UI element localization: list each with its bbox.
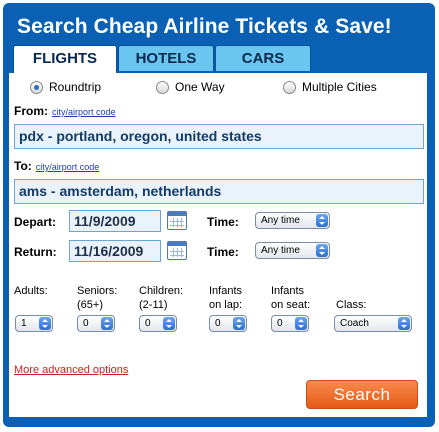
- multiple-cities-option[interactable]: Multiple Cities: [283, 80, 377, 94]
- depart-label: Depart:: [14, 215, 57, 229]
- return-label: Return:: [14, 245, 57, 259]
- infants-lap-label: Infants on lap:: [209, 284, 242, 312]
- multiple-cities-label: Multiple Cities: [302, 80, 377, 94]
- seniors-label-line2: (65+): [77, 299, 103, 311]
- class-label: Class:: [336, 299, 367, 311]
- children-label: Children: (2-11): [139, 284, 183, 312]
- select-arrows-icon: [398, 317, 410, 330]
- tab-flights[interactable]: FLIGHTS: [13, 45, 117, 74]
- infants-seat-label: Infants on seat:: [271, 284, 310, 312]
- depart-time-select[interactable]: Any time: [255, 212, 330, 229]
- children-value: 0: [145, 318, 151, 329]
- roundtrip-label: Roundtrip: [49, 80, 102, 94]
- adults-select[interactable]: 1: [15, 315, 53, 332]
- adults-value: 1: [21, 318, 27, 329]
- infants-lap-select[interactable]: 0: [209, 315, 247, 332]
- one-way-radio[interactable]: [156, 80, 169, 94]
- infants-seat-label-line1: Infants: [271, 285, 305, 297]
- search-button[interactable]: Search: [306, 380, 418, 409]
- to-code-link[interactable]: city/airport code: [36, 162, 100, 172]
- multiple-cities-radio[interactable]: [283, 80, 296, 94]
- widget-title: Search Cheap Airline Tickets & Save!: [17, 15, 392, 38]
- depart-label-wrap: Depart:: [14, 215, 56, 229]
- depart-calendar-icon[interactable]: [167, 211, 187, 230]
- from-label-row: From: city/airport code: [14, 104, 116, 118]
- more-advanced-options-link[interactable]: More advanced options: [14, 364, 128, 376]
- return-time-label: Time:: [207, 245, 239, 259]
- roundtrip-option[interactable]: Roundtrip: [30, 80, 101, 94]
- roundtrip-radio[interactable]: [30, 80, 43, 94]
- infants-seat-value: 0: [277, 318, 283, 329]
- select-arrows-icon: [316, 214, 328, 227]
- select-arrows-icon: [233, 317, 245, 330]
- select-arrows-icon: [101, 317, 113, 330]
- seniors-label: Seniors: (65+): [77, 284, 117, 312]
- infants-lap-label-line1: Infants: [209, 285, 243, 297]
- depart-time-label: Time:: [207, 215, 239, 229]
- select-arrows-icon: [316, 244, 328, 257]
- children-label-line2: (2-11): [139, 299, 168, 311]
- seniors-label-line1: Seniors:: [77, 285, 118, 297]
- from-input[interactable]: pdx - portland, oregon, united states: [14, 124, 424, 149]
- depart-time-label-wrap: Time:: [207, 215, 239, 229]
- tab-hotels[interactable]: HOTELS: [118, 45, 214, 71]
- to-label-row: To: city/airport code: [14, 159, 99, 173]
- tab-cars[interactable]: CARS: [215, 45, 311, 71]
- return-time-label-wrap: Time:: [207, 245, 239, 259]
- children-label-line1: Children:: [139, 285, 184, 297]
- infants-lap-label-line2: on lap:: [209, 299, 243, 311]
- infants-seat-select[interactable]: 0: [271, 315, 309, 332]
- class-value: Coach: [340, 318, 369, 329]
- infants-seat-label-line2: on seat:: [271, 299, 311, 311]
- to-label: To:: [14, 159, 32, 173]
- select-arrows-icon: [295, 317, 307, 330]
- from-code-link[interactable]: city/airport code: [52, 107, 116, 117]
- infants-lap-value: 0: [215, 318, 221, 329]
- class-select[interactable]: Coach: [334, 315, 412, 332]
- children-select[interactable]: 0: [139, 315, 177, 332]
- to-input[interactable]: ams - amsterdam, netherlands: [14, 179, 424, 204]
- seniors-value: 0: [83, 318, 89, 329]
- one-way-option[interactable]: One Way: [156, 80, 225, 94]
- select-arrows-icon: [163, 317, 175, 330]
- return-label-wrap: Return:: [14, 245, 57, 259]
- adults-label: Adults:: [14, 285, 48, 297]
- seniors-select[interactable]: 0: [77, 315, 115, 332]
- select-arrows-icon: [39, 317, 51, 330]
- return-time-value: Any time: [261, 245, 300, 256]
- one-way-label: One Way: [175, 80, 225, 94]
- from-label: From:: [14, 104, 48, 118]
- depart-time-value: Any time: [261, 215, 300, 226]
- return-date-input[interactable]: 11/16/2009: [69, 240, 161, 262]
- depart-date-input[interactable]: 11/9/2009: [69, 210, 161, 232]
- return-calendar-icon[interactable]: [167, 241, 187, 260]
- return-time-select[interactable]: Any time: [255, 242, 330, 259]
